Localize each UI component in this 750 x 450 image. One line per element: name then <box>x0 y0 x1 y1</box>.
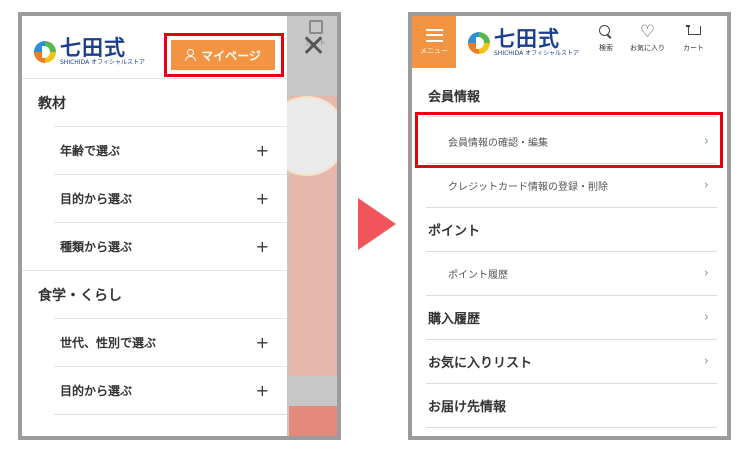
menu-button[interactable]: メニュー <box>412 16 456 68</box>
menu-item-label: 目的から選ぶ <box>60 384 133 398</box>
divider <box>54 414 287 415</box>
delivery-info-label: お届け先情報 <box>428 399 507 415</box>
shichida-logo-icon <box>34 40 56 63</box>
page-backdrop: カート 習! <box>287 16 337 436</box>
plus-icon: + <box>255 141 269 160</box>
favorites-button[interactable]: ♡ お気に入り <box>630 24 665 53</box>
menu-header: 七田式 SHICHIDA オフィシャルストア マイページ <box>22 16 287 78</box>
chevron-right-icon: › <box>703 177 709 193</box>
plus-icon: + <box>255 381 269 400</box>
chevron-right-icon: › <box>703 353 709 369</box>
logo-subtitle: SHICHIDA オフィシャルストア <box>60 59 145 66</box>
heart-icon: ♡ <box>639 22 656 42</box>
menu-item-label: 種類から選ぶ <box>60 240 133 254</box>
close-icon[interactable]: ✕ <box>301 32 326 62</box>
credit-card-label: クレジットカード情報の登録・削除 <box>448 181 608 193</box>
highlight-box <box>164 33 284 77</box>
plus-icon: + <box>255 189 269 208</box>
chevron-right-icon: › <box>703 265 709 281</box>
delivery-info-link[interactable]: お届け先情報 <box>412 383 727 427</box>
site-header: メニュー 七田式 SHICHIDA オフィシャルストア 検索 ♡ お気に入り カ… <box>412 16 727 74</box>
right-phone-screenshot: メニュー 七田式 SHICHIDA オフィシャルストア 検索 ♡ お気に入り カ… <box>408 12 731 440</box>
menu-item-by-purpose[interactable]: 目的から選ぶ + <box>54 174 287 222</box>
logo-subtitle: SHICHIDA オフィシャルストア <box>494 50 579 57</box>
search-button[interactable]: 検索 <box>598 24 614 53</box>
left-phone-screenshot: カート 習! 七田式 SHICHIDA オフィシャルストア マイページ <box>18 12 341 440</box>
point-history-label: ポイント履歴 <box>448 269 508 281</box>
cart-icon <box>685 24 702 40</box>
logo-name: 七田式 <box>60 35 126 60</box>
shichida-logo[interactable]: 七田式 SHICHIDA オフィシャルストア <box>34 37 145 66</box>
search-icon <box>598 24 614 40</box>
purchase-history-link[interactable]: 購入履歴 › <box>412 295 727 339</box>
search-label: 検索 <box>599 44 613 52</box>
favorites-label: お気に入り <box>630 44 665 52</box>
left-screen: カート 習! 七田式 SHICHIDA オフィシャルストア マイページ <box>22 16 337 436</box>
plus-icon: + <box>255 333 269 352</box>
chevron-right-icon: › <box>703 309 709 325</box>
backdrop-pink-block <box>289 406 337 436</box>
menu-item-label: 目的から選ぶ <box>60 192 133 206</box>
slide-menu: 七田式 SHICHIDA オフィシャルストア マイページ 教材 年齢で選ぶ + … <box>22 16 287 436</box>
menu-item-by-generation[interactable]: 世代、性別で選ぶ + <box>54 318 287 366</box>
favorites-list-link[interactable]: お気に入りリスト › <box>412 339 727 383</box>
logo-name: 七田式 <box>494 26 560 51</box>
section-points: ポイント <box>428 223 481 239</box>
menu-item-by-age[interactable]: 年齢で選ぶ + <box>54 126 287 174</box>
cart-button[interactable]: カート <box>683 24 704 53</box>
menu-item-by-type[interactable]: 種類から選ぶ + <box>54 222 287 270</box>
purchase-history-label: 購入履歴 <box>428 311 481 327</box>
highlight-box <box>415 112 723 168</box>
hamburger-icon <box>425 28 443 42</box>
menu-button-label: メニュー <box>420 46 448 55</box>
section-member-info: 会員情報 <box>428 89 481 105</box>
shichida-logo-icon <box>468 31 490 54</box>
favorites-list-label: お気に入りリスト <box>428 355 533 371</box>
shichida-logo[interactable]: 七田式 SHICHIDA オフィシャルストア <box>468 28 579 57</box>
right-screen: メニュー 七田式 SHICHIDA オフィシャルストア 検索 ♡ お気に入り カ… <box>412 16 727 436</box>
point-history-link[interactable]: ポイント履歴 › <box>426 251 717 295</box>
cart-label: カート <box>683 44 704 52</box>
credit-card-link[interactable]: クレジットカード情報の登録・削除 › <box>426 163 717 207</box>
arrow-right-icon <box>358 198 396 250</box>
menu-item-label: 世代、性別で選ぶ <box>60 336 157 350</box>
plus-icon: + <box>255 237 269 256</box>
divider <box>426 427 717 428</box>
category-heading[interactable]: 教材 <box>22 78 287 126</box>
backdrop-circle-graphic <box>287 96 337 176</box>
menu-item-label: 年齢で選ぶ <box>60 144 121 158</box>
category-heading[interactable]: 食学・くらし <box>22 270 287 318</box>
menu-item-by-purpose[interactable]: 目的から選ぶ + <box>54 366 287 414</box>
